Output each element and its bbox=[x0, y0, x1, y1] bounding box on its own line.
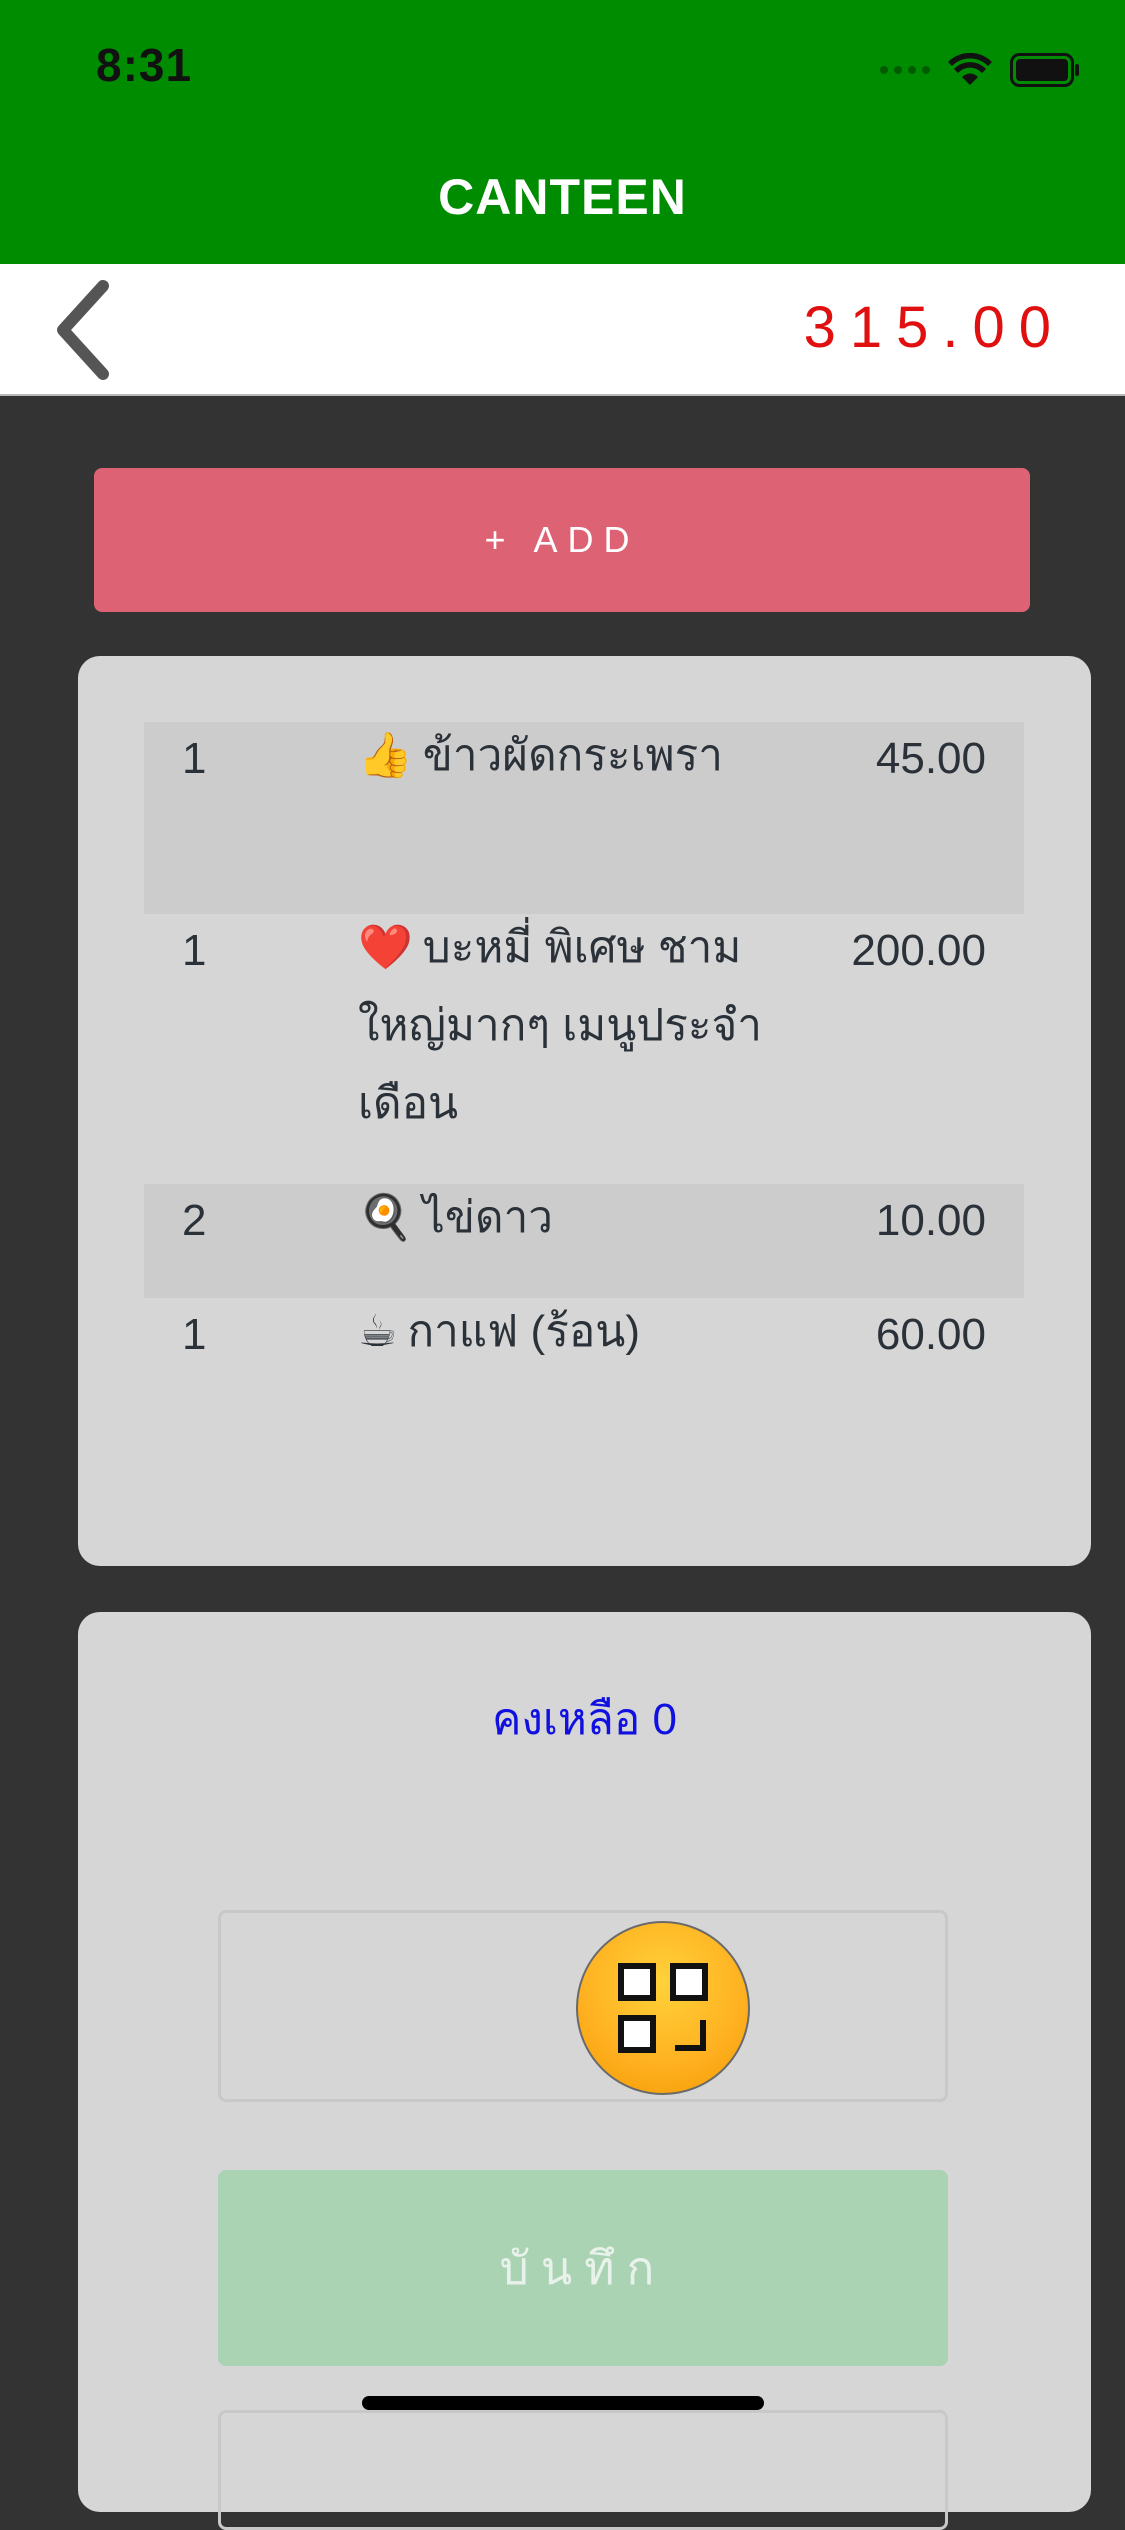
heart-icon: ❤️ bbox=[358, 923, 413, 972]
order-price: 200.00 bbox=[851, 926, 986, 975]
thumbs-up-icon: 👍 bbox=[358, 731, 413, 780]
order-row[interactable]: 1 👍 ข้าวผัดกระเพรา 45.00 bbox=[144, 722, 1024, 914]
order-card: 1 👍 ข้าวผัดกระเพรา 45.00 1 ❤️ บะหมี่ พิเศษ… bbox=[78, 656, 1091, 1566]
qr-scan-button[interactable] bbox=[576, 1921, 750, 2095]
order-qty: 1 bbox=[182, 1310, 207, 1359]
order-item-label: กาแฟ (ร้อน) bbox=[407, 1307, 640, 1356]
nav-bar: 315.00 bbox=[0, 264, 1125, 396]
order-price: 10.00 bbox=[875, 1196, 986, 1245]
order-qty: 1 bbox=[182, 734, 207, 783]
order-price: 60.00 bbox=[875, 1310, 986, 1359]
order-item-label: ข้าวผัดกระเพรา bbox=[422, 731, 723, 780]
cellular-signal-icon bbox=[880, 66, 930, 74]
app-header: 8:31 CANTEEN bbox=[0, 0, 1125, 264]
order-list: 1 👍 ข้าวผัดกระเพรา 45.00 1 ❤️ บะหมี่ พิเศษ… bbox=[144, 722, 1024, 1412]
order-price: 45.00 bbox=[875, 734, 986, 783]
coffee-icon: ☕ bbox=[358, 1307, 398, 1356]
order-item-name: ❤️ บะหมี่ พิเศษ ชามใหญ่มากๆ เมนูประจำเดือ… bbox=[358, 909, 778, 1143]
secondary-button[interactable] bbox=[218, 2410, 948, 2530]
save-button[interactable]: บันทึก bbox=[218, 2170, 948, 2366]
balance-text: คงเหลือ 0 bbox=[491, 1695, 678, 1744]
order-item-name: ☕ กาแฟ (ร้อน) bbox=[358, 1293, 778, 1371]
order-row[interactable]: 2 🍳 ไข่ดาว 10.00 bbox=[144, 1184, 1024, 1298]
order-qty: 2 bbox=[182, 1196, 207, 1245]
total-amount: 315.00 bbox=[803, 295, 1065, 360]
app-title: CANTEEN bbox=[438, 169, 687, 225]
status-icons bbox=[880, 48, 1080, 92]
order-item-name: 🍳 ไข่ดาว bbox=[358, 1179, 778, 1257]
order-item-label: ไข่ดาว bbox=[422, 1193, 553, 1242]
home-indicator bbox=[362, 2396, 764, 2410]
fried-egg-icon: 🍳 bbox=[358, 1193, 413, 1242]
back-button[interactable] bbox=[38, 278, 128, 382]
order-item-label: บะหมี่ พิเศษ ชามใหญ่มากๆ เมนูประจำเดือน bbox=[358, 923, 762, 1128]
status-time: 8:31 bbox=[96, 39, 193, 91]
order-qty: 1 bbox=[182, 926, 207, 975]
order-row[interactable]: 1 ❤️ บะหมี่ พิเศษ ชามใหญ่มากๆ เมนูประจำเด… bbox=[144, 914, 1024, 1184]
qr-code-icon bbox=[618, 1963, 708, 2053]
order-item-name: 👍 ข้าวผัดกระเพรา bbox=[358, 717, 778, 795]
order-row[interactable]: 1 ☕ กาแฟ (ร้อน) 60.00 bbox=[144, 1298, 1024, 1412]
wifi-icon bbox=[948, 53, 992, 85]
add-button[interactable]: + ADD bbox=[94, 468, 1030, 612]
payment-card: คงเหลือ 0 บันทึก bbox=[78, 1612, 1091, 2530]
chevron-left-icon bbox=[57, 280, 109, 380]
battery-icon bbox=[1010, 53, 1079, 87]
scan-container bbox=[218, 1910, 948, 2102]
